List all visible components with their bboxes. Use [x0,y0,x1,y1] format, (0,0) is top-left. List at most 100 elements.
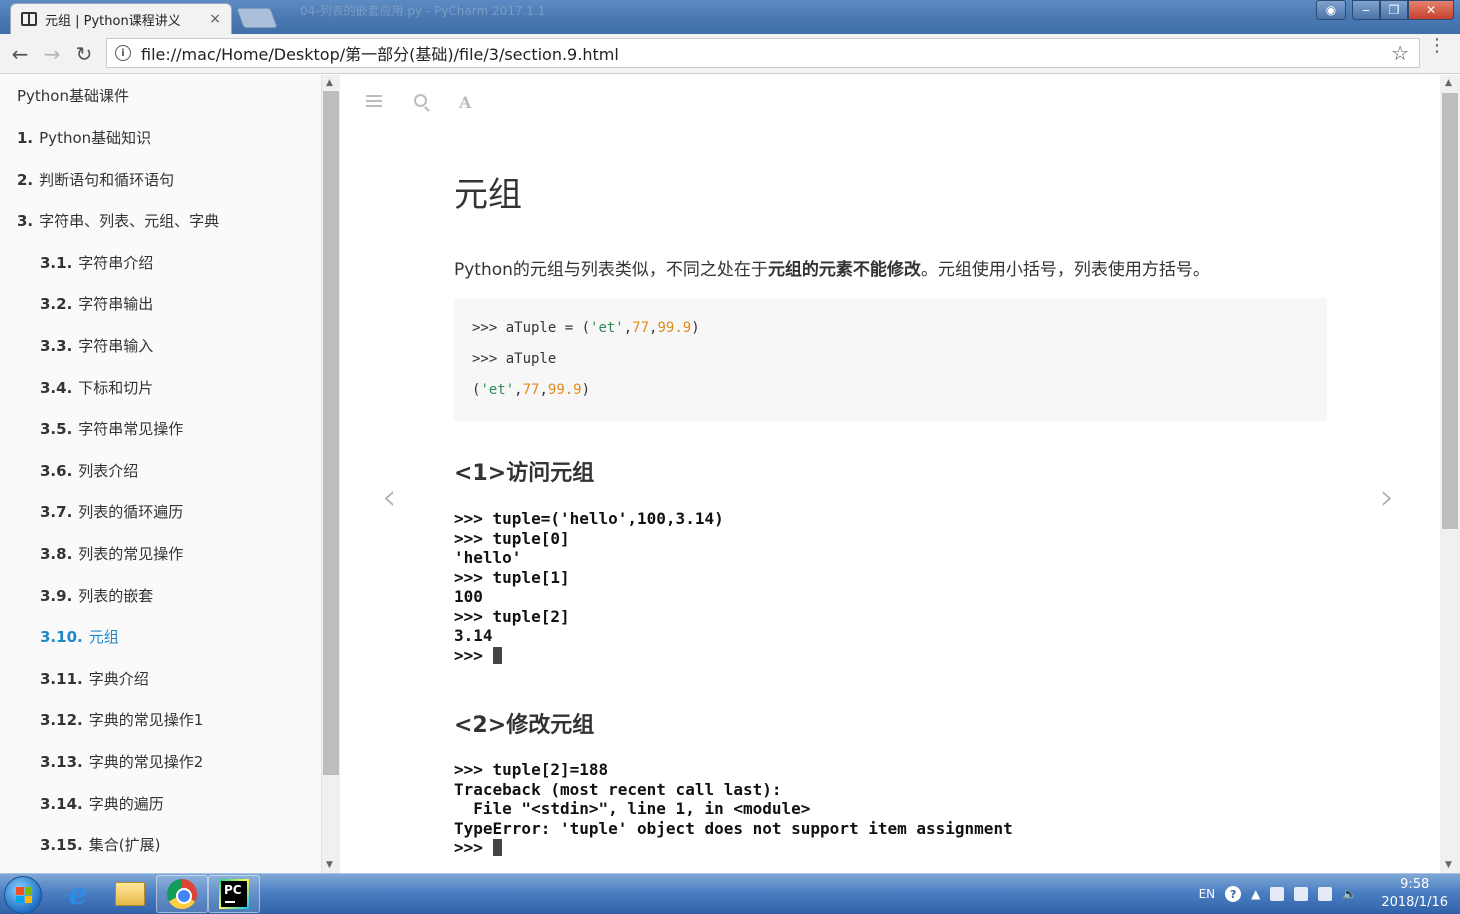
sidebar-item[interactable]: 3.12. 字典的常见操作1 [40,709,203,730]
window-controls: ◉ ‒ ❐ ✕ [1316,0,1454,20]
scroll-up-icon[interactable]: ▲ [326,78,333,88]
help-icon[interactable]: ? [1225,886,1242,902]
clock[interactable]: 9:58 2018/1/16 [1381,876,1448,912]
terminal-line: >>> tuple[1] [454,567,570,587]
sidebar-item-label: 字符串输入 [78,337,154,355]
system-tray: EN ? ▲ 🔈 9:58 2018/1/16 [1199,874,1460,914]
sidebar-item[interactable]: 3.9. 列表的嵌套 [40,585,153,606]
back-button[interactable]: ← [4,38,36,70]
scroll-down-icon[interactable]: ▼ [1445,860,1452,870]
intro-paragraph: Python的元组与列表类似，不同之处在于元组的元素不能修改。元组使用小括号，列… [454,255,1210,280]
terminal-line: 100 [454,587,483,606]
windows-taskbar: e PC EN ? ▲ 🔈 9:58 2018/1/16 [0,873,1460,914]
new-tab-button[interactable] [236,8,278,28]
sidebar-item[interactable]: 3.15. 集合(扩展) [40,834,160,855]
sidebar-item[interactable]: 3.1. 字符串介绍 [40,252,153,273]
sidebar-item-number: 3.5. [40,420,73,439]
next-page-button[interactable]: › [1380,477,1394,518]
sidebar-item-number: 3.12. [40,711,83,730]
sidebar-item[interactable]: 3.2. 字符串输出 [40,293,153,314]
sidebar-item[interactable]: 3.13. 字典的常见操作2 [40,751,203,772]
device-icon[interactable] [1294,887,1309,901]
close-window-button[interactable]: ✕ [1408,0,1454,20]
tab-title: 元组 | Python课程讲义 [45,13,181,29]
sidebar-item-number: 3.15. [40,836,83,855]
reload-button[interactable]: ↻ [68,38,100,70]
book-title[interactable]: Python基础课件 [17,85,129,106]
book-icon [21,12,37,26]
browser-menu-icon[interactable]: ⋮ [1428,37,1446,55]
maximize-button[interactable]: ❐ [1380,0,1408,20]
network-icon[interactable] [1318,887,1333,901]
scroll-up-icon[interactable]: ▲ [1445,78,1452,88]
sidebar-item-number: 2. [17,170,34,189]
section-heading-modify: <2>修改元组 [454,713,595,738]
sidebar-item-label: 列表的循环遍历 [78,503,184,522]
sidebar-item[interactable]: 3.14. 字典的遍历 [40,793,164,814]
address-bar[interactable]: i file://mac/Home/Desktop/第一部分(基础)/file/… [106,38,1420,68]
volume-icon[interactable]: 🔈 [1342,887,1357,901]
sidebar-scrollbar[interactable]: ▲ ▼ [322,75,340,873]
sidebar-item[interactable]: 3.8. 列表的常见操作 [40,543,183,564]
browser-tab[interactable]: 元组 | Python课程讲义 × [10,3,232,34]
toggle-sidebar-icon[interactable] [366,95,382,107]
url-text[interactable]: file://mac/Home/Desktop/第一部分(基础)/file/3/… [141,41,619,65]
terminal-line: >>> [454,838,1013,858]
sidebar-item-number: 3.13. [40,753,83,771]
start-button[interactable] [4,876,42,914]
scroll-down-icon[interactable]: ▼ [326,860,333,870]
taskbar-pycharm[interactable]: PC [208,875,260,913]
intro-text-end: 。元组使用小括号，列表使用方括号。 [920,260,1210,280]
show-hidden-icons[interactable]: ▲ [1251,887,1260,901]
terminal-line: 'hello' [454,548,522,567]
folder-icon [115,882,145,906]
clock-time: 9:58 [1400,877,1430,892]
sidebar-item-label: 字符串、列表、元组、字典 [39,212,220,231]
sidebar-item-number: 3.8. [40,545,73,563]
sidebar-item[interactable]: 2. 判断语句和循环语句 [17,169,174,190]
forward-button[interactable]: → [36,38,68,70]
sidebar-item-number: 3.7. [40,503,73,522]
sidebar-item-number: 3.1. [40,253,73,272]
sidebar-scroll-thumb[interactable] [323,91,339,775]
terminal-screenshot-modify: >>> tuple[2]=188 Traceback (most recent c… [454,760,1013,858]
sidebar-item[interactable]: 3.6. 列表介绍 [40,460,138,481]
font-settings-icon[interactable]: A [459,93,471,112]
sidebar-item[interactable]: 3.5. 字符串常见操作 [40,418,183,439]
content-scroll-thumb[interactable] [1442,93,1458,529]
sidebar-item-number: 3.9. [40,586,73,605]
terminal-line: >>> tuple[0] [454,528,570,548]
minimize-button[interactable]: ‒ [1352,0,1380,20]
intro-emphasis: 元组的元素不能修改 [767,260,921,280]
sidebar-item-label: 字符串介绍 [78,253,154,272]
search-icon[interactable] [414,94,427,107]
taskbar-chrome[interactable] [156,875,208,913]
terminal-line: >>> [454,646,724,666]
sidebar-item-number: 3.6. [40,461,73,480]
sidebar-item[interactable]: 3.4. 下标和切片 [40,377,153,398]
sidebar-item[interactable]: 1. Python基础知识 [17,127,151,148]
language-indicator[interactable]: EN [1199,887,1216,901]
sidebar-item[interactable]: 3. 字符串、列表、元组、字典 [17,210,219,231]
sidebar-item[interactable]: 3.7. 列表的循环遍历 [40,501,183,522]
sidebar-item-number: 3.4. [40,378,73,397]
terminal-line: File "<stdin>", line 1, in <module> [454,799,811,818]
sidebar-item[interactable]: 3.3. 字符串输入 [40,335,153,356]
sidebar-item[interactable]: 3.10. 元组 [40,626,119,647]
sidebar-item-number: 3.14. [40,794,83,813]
info-icon[interactable]: i [115,45,131,61]
sidebar-item-label: 字典的常见操作2 [88,753,204,771]
sidebar-item[interactable]: 3.11. 字典介绍 [40,668,149,689]
bookmark-star-icon[interactable]: ☆ [1391,41,1409,65]
taskbar-file-explorer[interactable] [104,875,156,913]
code-line: ('et',77,99.9) [472,382,591,398]
previous-page-button[interactable]: ‹ [382,477,396,518]
action-center-flag-icon[interactable] [1270,887,1285,901]
close-tab-icon[interactable]: × [209,11,221,27]
sidebar-item-label: 元组 [88,628,119,647]
browser-toolbar: ← → ↻ i file://mac/Home/Desktop/第一部分(基础)… [0,34,1460,74]
user-icon[interactable]: ◉ [1316,0,1346,20]
taskbar-internet-explorer[interactable]: e [52,875,104,913]
intro-text: Python的元组与列表类似，不同之处在于 [454,260,768,280]
content-scrollbar[interactable]: ▲ ▼ [1440,75,1460,873]
